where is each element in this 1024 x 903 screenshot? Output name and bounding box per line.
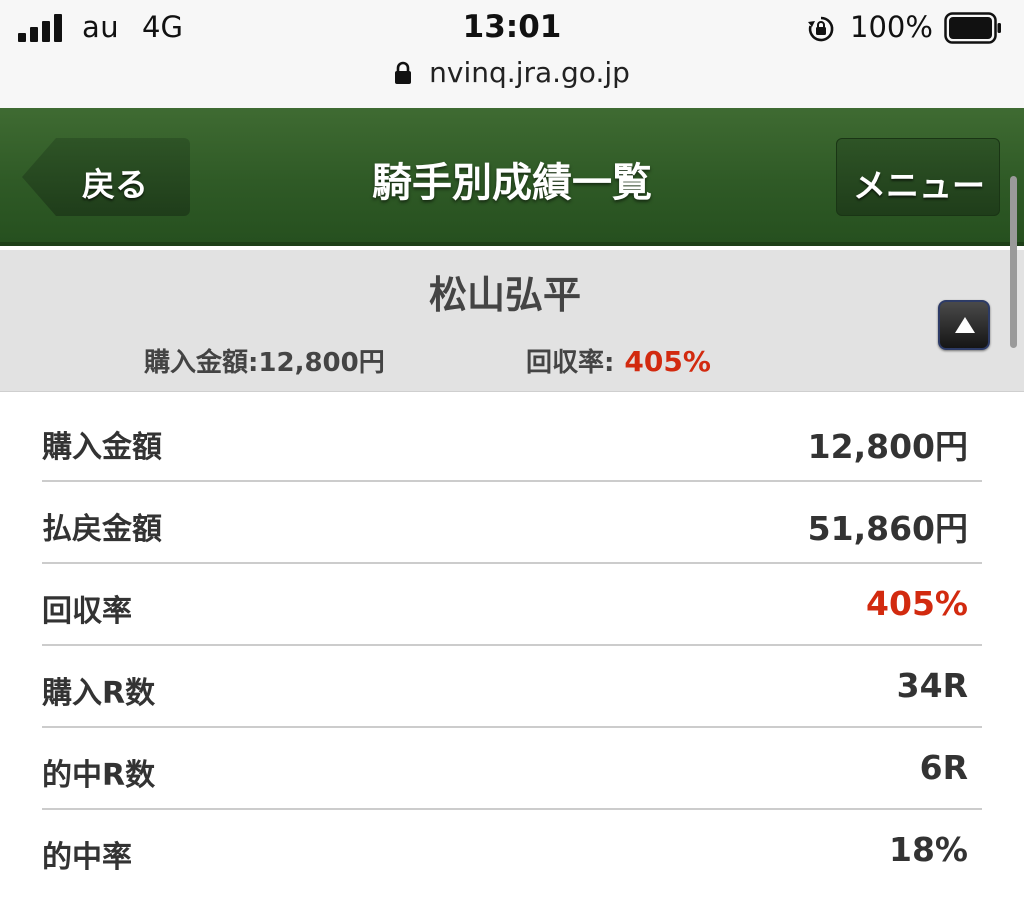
- address-bar[interactable]: nvinq.jra.go.jp: [0, 56, 1024, 96]
- stats-row-hit-races: 的中R数 6R: [42, 728, 982, 810]
- collapse-button[interactable]: [938, 300, 990, 350]
- stats-row-hit-rate: 的中率 18%: [42, 810, 982, 892]
- stats-label: 払戻金額: [42, 512, 162, 547]
- stats-value: 12,800円: [807, 427, 968, 466]
- stats-table: 購入金額 12,800円 払戻金額 51,860円 回収率 405% 購入R数 …: [42, 400, 982, 892]
- stats-row-purchase-amount: 購入金額 12,800円: [42, 400, 982, 482]
- battery-icon: [944, 12, 1001, 44]
- back-button-label: 戻る: [82, 165, 148, 204]
- stats-value: 34R: [896, 666, 968, 705]
- summary-purchase: 購入金額:12,800円: [144, 348, 385, 378]
- summary-return-rate: 回収率: 405%: [526, 342, 711, 379]
- stats-row-payout-amount: 払戻金額 51,860円: [42, 482, 982, 564]
- stats-label: 的中率: [42, 840, 132, 875]
- status-bar: au 4G 13:01 100% nvinq.jra.go.jp: [0, 0, 1024, 108]
- stats-value: 6R: [919, 748, 968, 787]
- lock-icon: [395, 61, 412, 84]
- summary-rate-label: 回収率:: [526, 348, 615, 378]
- stats-value: 51,860円: [807, 509, 968, 548]
- stats-label: 的中R数: [42, 758, 156, 793]
- scrollbar[interactable]: [1010, 176, 1017, 348]
- page-url: nvinq.jra.go.jp: [429, 56, 630, 89]
- stats-row-return-rate: 回収率 405%: [42, 564, 982, 646]
- screen: au 4G 13:01 100% nvinq.jra.go.jp 戻る 騎手別成…: [0, 0, 1024, 903]
- stats-label: 回収率: [42, 594, 132, 629]
- rotation-lock-icon: [808, 16, 834, 42]
- stats-value: 18%: [889, 830, 968, 869]
- app-header: 戻る 騎手別成績一覧 メニュー: [0, 108, 1024, 246]
- stats-value: 405%: [866, 584, 968, 623]
- jockey-name: 松山弘平: [428, 273, 581, 317]
- back-button[interactable]: 戻る: [22, 138, 190, 216]
- battery-percent: 100%: [850, 10, 933, 44]
- page-title: 騎手別成績一覧: [372, 160, 652, 206]
- stats-label: 購入R数: [42, 676, 156, 711]
- menu-button[interactable]: メニュー: [836, 138, 1000, 216]
- jockey-summary: 松山弘平 購入金額:12,800円 回収率: 405%: [0, 250, 1024, 392]
- triangle-up-icon: [955, 317, 975, 333]
- menu-button-label: メニュー: [853, 166, 985, 205]
- stats-row-purchased-races: 購入R数 34R: [42, 646, 982, 728]
- summary-rate-value: 405%: [624, 345, 711, 378]
- stats-label: 購入金額: [42, 430, 162, 465]
